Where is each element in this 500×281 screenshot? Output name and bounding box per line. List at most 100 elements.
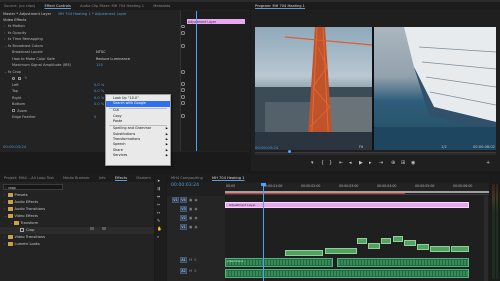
pen-tool-icon[interactable]: ✎ — [157, 218, 160, 224]
step-back-icon[interactable]: ◂ — [349, 160, 352, 166]
tree-item-audio-effects[interactable]: › Audio Effects — [0, 199, 154, 206]
reset-feather-icon[interactable] — [181, 114, 185, 118]
tab-effect-controls[interactable]: Effect Controls — [41, 2, 75, 10]
menu-item-services[interactable]: Services ▶ — [106, 153, 170, 158]
insert-icon[interactable]: ⊕ — [391, 160, 395, 166]
selection-tool-icon[interactable]: ➤ — [157, 178, 160, 184]
timeline-timecode[interactable]: 00:00:03:24 — [171, 183, 199, 188]
audio-clip[interactable] — [225, 269, 469, 278]
audio-clip[interactable] — [337, 258, 469, 267]
solo-button[interactable]: S — [194, 269, 196, 273]
program-quality-select[interactable]: 1/2 — [441, 145, 447, 149]
program-add-button[interactable]: + — [486, 160, 490, 166]
tab-metadata[interactable]: Metadata — [149, 2, 174, 10]
track-target-button[interactable]: V1 — [180, 224, 187, 230]
video-clip[interactable] — [325, 248, 357, 254]
program-scrub-bar[interactable] — [255, 152, 496, 155]
program-zoom-select[interactable]: Fit — [359, 145, 363, 149]
razor-tool-icon[interactable]: ✂ — [157, 202, 160, 208]
hand-tool-icon[interactable]: ✋ — [157, 226, 162, 232]
lock-icon[interactable]: ▣ — [189, 225, 192, 229]
tree-item-video-effects[interactable]: ⌄ Video Effects — [0, 213, 154, 220]
in-out-range-bar[interactable] — [225, 193, 405, 194]
tab-media-browser[interactable]: Media Browser — [59, 174, 94, 182]
reset-crop-bottom-icon[interactable] — [181, 101, 185, 105]
menu-item-paste[interactable]: Paste — [106, 119, 170, 124]
track-target-button[interactable]: V3 — [180, 206, 187, 212]
edge-feather-value[interactable]: 0 — [94, 114, 96, 121]
reset-broadcast-icon[interactable] — [181, 44, 185, 48]
go-to-in-icon[interactable]: ⇤ — [339, 160, 343, 166]
tab-info[interactable]: Info — [95, 174, 110, 182]
zoom-tool-icon[interactable]: ⌕ — [157, 234, 159, 240]
eye-icon[interactable]: ◉ — [194, 198, 197, 202]
program-playhead[interactable] — [288, 150, 291, 153]
reset-crop-icon[interactable] — [181, 70, 185, 74]
timeline-playhead[interactable] — [263, 183, 264, 281]
mute-button[interactable]: M — [189, 269, 192, 273]
tab-mh704-heating[interactable]: MH 704 Heating 1 — [208, 174, 248, 182]
lock-icon[interactable]: ▣ — [189, 207, 192, 211]
tree-item-video-transitions[interactable]: › Video Transitions — [0, 234, 154, 241]
lock-icon[interactable]: ▣ — [189, 198, 192, 202]
tab-effects[interactable]: Effects — [111, 174, 131, 182]
video-clip[interactable] — [393, 236, 403, 242]
eye-icon[interactable]: ◉ — [194, 225, 197, 229]
video-clip[interactable] — [404, 240, 416, 246]
menu-item-search-google[interactable]: Search with Google — [106, 101, 170, 107]
ripple-edit-tool-icon[interactable]: ⇹ — [157, 194, 160, 200]
mini-playhead[interactable] — [196, 11, 197, 151]
video-clip[interactable] — [357, 238, 367, 244]
video-clip[interactable] — [430, 246, 450, 252]
track-select-tool-icon[interactable]: ⇶ — [157, 186, 160, 192]
audio-clip[interactable]: Adjustment... — [225, 258, 333, 267]
video-clip[interactable] — [381, 238, 391, 244]
track-target-button[interactable]: V4 — [180, 197, 187, 203]
crop-bottom-value[interactable]: 0.0 % — [94, 101, 104, 108]
video-clip[interactable] — [417, 244, 429, 250]
mark-in-icon[interactable]: { — [321, 160, 324, 166]
lock-icon[interactable]: ▣ — [189, 216, 192, 220]
tree-item-audio-transitions[interactable]: › Audio Transitions — [0, 206, 154, 213]
rectangle-mask-icon[interactable] — [18, 76, 22, 80]
track-target-button[interactable]: A1 — [180, 257, 187, 263]
reset-crop-left-icon[interactable] — [181, 82, 185, 86]
add-marker-icon[interactable]: ▾ — [311, 160, 314, 166]
eye-icon[interactable]: ◉ — [194, 216, 197, 220]
slip-tool-icon[interactable]: ↔ — [157, 210, 160, 216]
timeline-vertical-scrollbar[interactable] — [484, 196, 488, 281]
tab-mh4-compositing[interactable]: MH4 Compositing — [167, 174, 207, 182]
pen-mask-icon[interactable]: ✎ — [24, 75, 27, 82]
tree-item-lumetri-looks[interactable]: › Lumetri Looks — [0, 241, 154, 248]
track-target-button[interactable]: V2 — [180, 215, 187, 221]
effects-search-box[interactable]: ⌕ crop — [3, 184, 63, 190]
tab-audio-clip-mixer[interactable]: Audio Clip Mixer: MH 704 Heating 1 — [76, 2, 148, 10]
tree-item-transform[interactable]: ⌄ Transform — [0, 220, 154, 227]
solo-button[interactable]: S — [194, 258, 196, 262]
tree-item-crop[interactable]: Crop — [0, 227, 154, 234]
sequence-clip-label[interactable]: MH 704 Heating 1 * Adjustment Layer — [52, 12, 126, 16]
timeline-playhead-handle[interactable] — [261, 183, 266, 186]
mute-button[interactable]: M — [189, 258, 192, 262]
tab-project[interactable]: Project: MH4 ...All Loop Test — [0, 174, 58, 182]
reset-crop-top-icon[interactable] — [181, 88, 185, 92]
tab-markers[interactable]: Markers — [132, 174, 154, 182]
export-frame-icon[interactable]: ◉ — [411, 160, 415, 166]
max-signal-value[interactable]: 110 — [96, 62, 103, 69]
tab-program[interactable]: Program: MH 704 Heating 1 — [251, 2, 309, 10]
reset-opacity-icon[interactable] — [181, 31, 185, 35]
step-forward-icon[interactable]: ▸ — [369, 160, 372, 166]
zoom-checkbox[interactable] — [12, 109, 15, 112]
eye-icon[interactable]: ◉ — [194, 207, 197, 211]
reset-crop-right-icon[interactable] — [181, 95, 185, 99]
reset-motion-icon[interactable] — [181, 24, 185, 28]
track-target-button[interactable]: A2 — [180, 268, 187, 274]
video-clip[interactable] — [451, 246, 469, 252]
go-to-out-icon[interactable]: ⇥ — [379, 160, 383, 166]
video-clip[interactable] — [285, 250, 323, 256]
source-clip-label[interactable]: Master * Adjustment Layer — [0, 12, 51, 16]
ellipse-mask-icon[interactable] — [12, 76, 15, 80]
play-icon[interactable]: ▶ — [359, 160, 363, 166]
source-patch-button[interactable]: V1 — [172, 197, 179, 203]
overwrite-icon[interactable]: ⊞ — [401, 160, 405, 166]
